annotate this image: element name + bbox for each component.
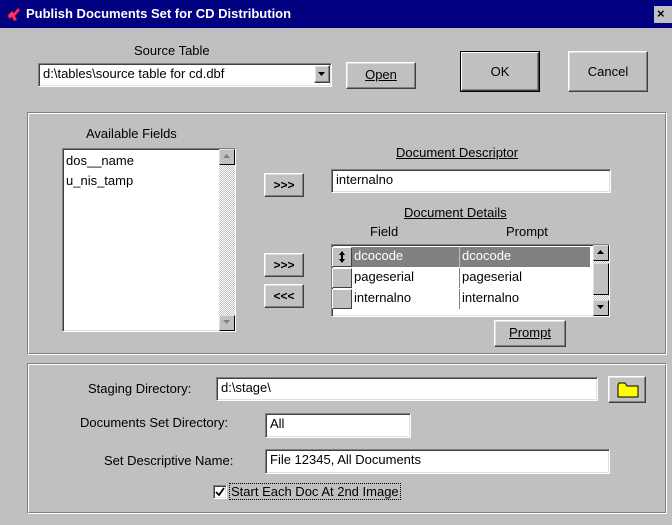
scroll-down-button[interactable] [593,300,609,316]
browse-folder-button[interactable] [608,376,646,403]
checkmark-icon [215,487,225,497]
scroll-up-button[interactable] [593,245,609,261]
source-table-value: d:\tables\source table for cd.dbf [43,66,225,81]
folder-icon [617,382,639,398]
documents-set-directory-label: Documents Set Directory: [80,415,229,430]
grid-cell-field[interactable]: pageserial [352,268,460,288]
document-descriptor-label: Document Descriptor [396,145,519,160]
row-selector[interactable] [332,247,352,267]
prompt-button[interactable]: Prompt [494,320,566,347]
add-detail-label: >>> [273,258,295,272]
arrow-up-icon [597,250,604,254]
start-each-doc-checkbox-row[interactable]: Start Each Doc At 2nd Image [213,482,419,502]
window-title: Publish Documents Set for CD Distributio… [26,6,292,21]
ok-button-label: OK [490,64,510,79]
scroll-down-button[interactable] [219,315,235,331]
documents-set-directory-input[interactable]: All [265,413,411,438]
scroll-thumb[interactable] [593,263,609,295]
add-detail-button[interactable]: >>> [264,253,304,277]
dropdown-button[interactable] [314,65,330,83]
scroll-up-button[interactable] [219,149,235,165]
available-fields-scrollbar[interactable] [219,149,235,331]
grid-cell-field[interactable]: internalno [352,289,460,309]
arrow-down-icon [223,320,230,324]
list-item[interactable]: dos__name [66,153,134,168]
available-fields-list[interactable]: dos__name u_nis_tamp [62,148,236,332]
table-row[interactable]: internalno internalno [332,289,590,309]
column-header-field: Field [370,224,399,239]
source-table-label: Source Table [134,43,210,58]
start-each-doc-label: Start Each Doc At 2nd Image [229,483,401,500]
grid-cell-prompt[interactable]: dcocode [460,247,590,267]
prompt-button-label: Prompt [509,325,551,340]
set-descriptive-name-value: File 12345, All Documents [270,452,422,467]
staging-directory-input[interactable]: d:\stage\ [216,377,598,401]
table-row[interactable]: dcocode dcocode [332,247,590,267]
set-descriptive-name-label: Set Descriptive Name: [104,453,234,468]
document-details-grid[interactable]: dcocode dcocode pageserial pageserial in… [331,244,610,317]
add-descriptor-button[interactable]: >>> [264,173,304,197]
documents-set-directory-value: All [270,416,285,431]
open-button-label: Open [365,67,397,82]
title-bar[interactable]: Publish Documents Set for CD Distributio… [0,0,672,28]
table-row[interactable]: pageserial pageserial [332,268,590,288]
available-fields-label: Available Fields [86,126,177,141]
list-item[interactable]: u_nis_tamp [66,173,133,188]
app-icon [6,6,22,22]
remove-detail-button[interactable]: <<< [264,284,304,308]
row-move-icon [339,251,345,263]
grid-cell-prompt[interactable]: internalno [460,289,590,309]
grid-cell-prompt[interactable]: pageserial [460,268,590,288]
grid-cell-field[interactable]: dcocode [352,247,460,267]
document-descriptor-input[interactable]: internalno [331,169,611,193]
ok-button[interactable]: OK [460,51,540,92]
row-selector[interactable] [332,289,352,309]
cancel-button[interactable]: Cancel [568,51,648,92]
cancel-button-label: Cancel [587,64,629,79]
document-descriptor-value: internalno [336,172,394,187]
close-icon: × [657,6,665,21]
staging-directory-label: Staging Directory: [88,381,192,396]
start-each-doc-checkbox[interactable] [213,485,227,499]
arrow-up-icon [223,154,230,158]
dialog-window: Publish Documents Set for CD Distributio… [0,0,672,525]
row-selector[interactable] [332,268,352,288]
source-table-combobox[interactable]: d:\tables\source table for cd.dbf [38,63,332,87]
add-descriptor-label: >>> [273,178,295,192]
chevron-down-icon [318,72,325,76]
document-details-scrollbar[interactable] [593,245,609,316]
arrow-down-icon [597,305,604,309]
staging-directory-value: d:\stage\ [221,380,271,395]
remove-detail-label: <<< [273,289,295,303]
document-details-label: Document Details [404,205,507,220]
column-header-prompt: Prompt [506,224,548,239]
set-descriptive-name-input[interactable]: File 12345, All Documents [265,449,610,474]
close-button[interactable]: × [654,6,672,23]
open-button[interactable]: Open [346,62,416,89]
